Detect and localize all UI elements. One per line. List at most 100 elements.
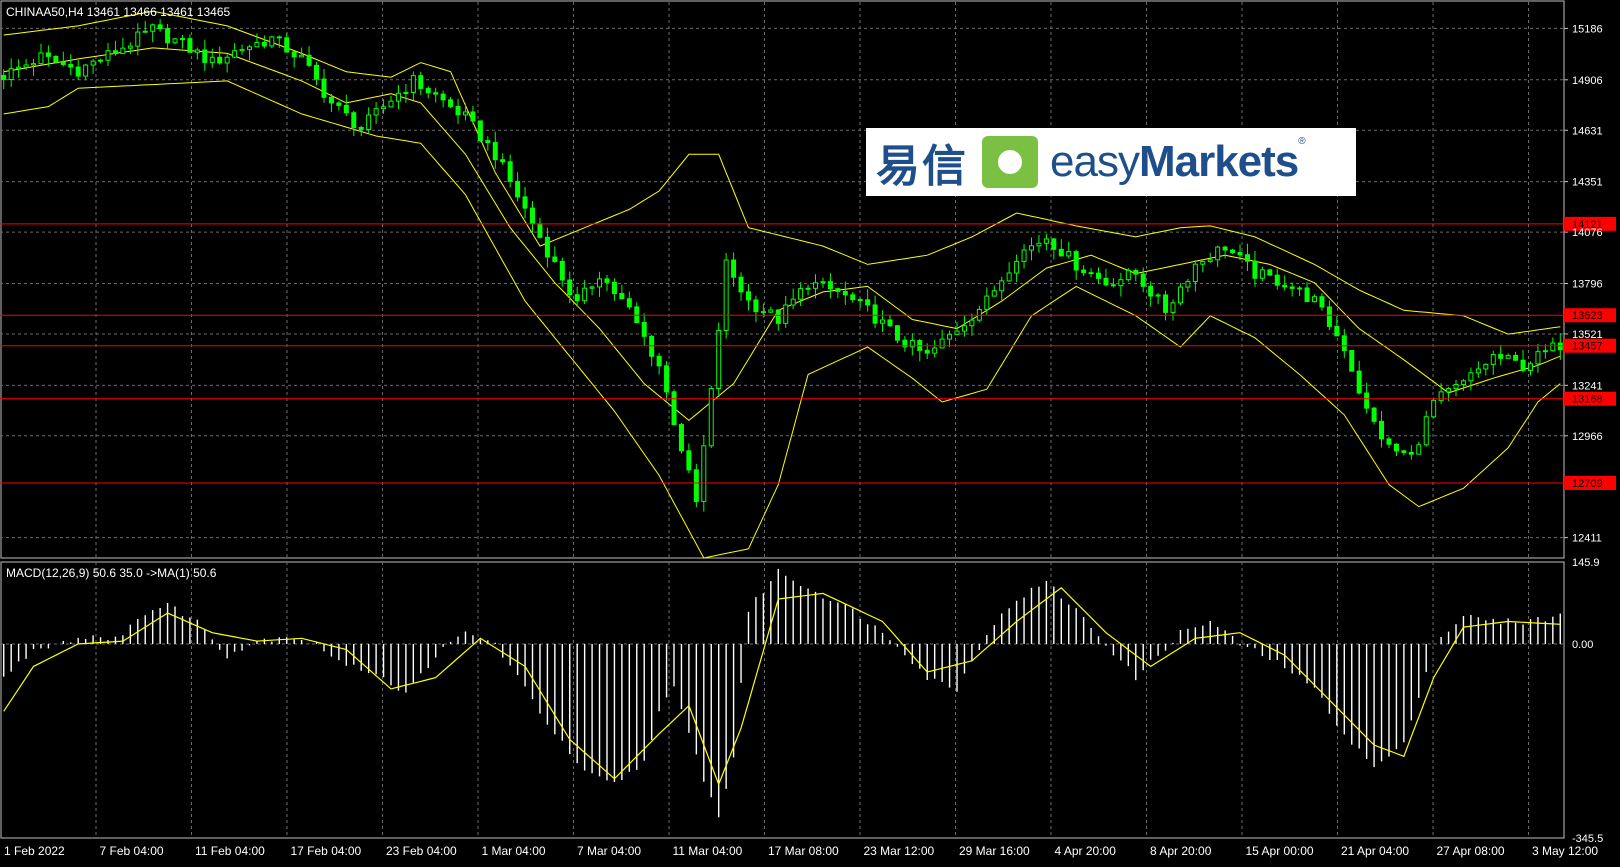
candle-body xyxy=(1036,242,1042,247)
candle-body xyxy=(1364,392,1370,409)
x-tick-label: 1 Feb 2022 xyxy=(4,844,65,858)
candle-body xyxy=(708,387,714,447)
candle-body xyxy=(1282,284,1288,288)
candle-body xyxy=(194,49,200,53)
level-label: 13168 xyxy=(1572,394,1603,406)
candle-body xyxy=(261,41,267,47)
x-tick-label: 27 Apr 08:00 xyxy=(1437,844,1505,858)
candle-body xyxy=(820,281,826,284)
candle-body xyxy=(16,66,22,70)
level-label: 13623 xyxy=(1572,310,1603,322)
candle-body xyxy=(1416,444,1422,455)
candle-body xyxy=(1289,286,1295,289)
candle-body xyxy=(1230,249,1236,253)
candle-body xyxy=(1408,451,1414,455)
candle-body xyxy=(395,92,401,102)
candle-body xyxy=(1386,438,1392,445)
candle-body xyxy=(984,295,990,310)
candle-body xyxy=(23,64,29,68)
candle-body xyxy=(1021,249,1027,262)
candle-body xyxy=(693,469,699,502)
logo-cn: 易信 xyxy=(876,141,968,192)
candle-body xyxy=(805,287,811,290)
candle-body xyxy=(1163,294,1169,313)
candle-body xyxy=(530,207,536,225)
candle-body xyxy=(678,424,684,452)
macd-tick-label: 145.9 xyxy=(1572,557,1600,569)
candle-body xyxy=(515,180,521,198)
candle-body xyxy=(872,304,878,324)
candle-body xyxy=(388,100,394,108)
candle-body xyxy=(120,47,126,55)
candle-body xyxy=(492,142,498,161)
macd-tick-label: 0.00 xyxy=(1572,639,1593,651)
candle-body xyxy=(1244,254,1250,262)
candle-body xyxy=(1177,286,1183,304)
candle-body xyxy=(306,54,312,66)
candle-body xyxy=(544,236,550,258)
candle-body xyxy=(731,259,737,278)
candle-body xyxy=(1446,388,1452,393)
candle-body xyxy=(366,114,372,130)
candle-body xyxy=(172,38,178,44)
candle-body xyxy=(179,38,185,41)
price-tick-label: 13796 xyxy=(1572,278,1603,290)
candle-body xyxy=(1341,335,1347,352)
candle-body xyxy=(1259,269,1265,279)
candle-body xyxy=(1237,251,1243,256)
candle-body xyxy=(209,56,215,63)
candle-body xyxy=(1014,260,1020,274)
candle-body xyxy=(1393,443,1399,452)
candle-body xyxy=(1356,370,1362,394)
candle-body xyxy=(440,93,446,101)
candle-body xyxy=(850,294,856,301)
candle-body xyxy=(1252,260,1258,279)
candle-body xyxy=(477,120,483,142)
candle-body xyxy=(1222,246,1228,251)
candle-body xyxy=(343,104,349,114)
candle-body xyxy=(991,290,997,297)
x-tick-label: 15 Apr 00:00 xyxy=(1246,844,1314,858)
logo-en: easyMarkets xyxy=(1050,137,1299,187)
candle-body xyxy=(753,299,759,313)
candle-body xyxy=(358,126,364,130)
x-tick-label: 8 Apr 20:00 xyxy=(1150,844,1212,858)
candle-body xyxy=(38,52,44,65)
candle-body xyxy=(202,49,208,63)
candle-body xyxy=(53,55,59,63)
candle-body xyxy=(1505,354,1511,359)
candle-body xyxy=(112,50,118,55)
candle-body xyxy=(410,75,416,93)
x-tick-label: 29 Mar 16:00 xyxy=(959,844,1030,858)
candle-body xyxy=(425,87,431,94)
price-tick-label: 12411 xyxy=(1572,533,1602,545)
candle-body xyxy=(656,355,662,367)
candle-body xyxy=(559,260,565,281)
macd-info: MACD(12,26,9) 50.6 35.0 ->MA(1) 50.6 xyxy=(6,566,217,580)
candle-body xyxy=(232,50,238,58)
x-tick-label: 21 Apr 04:00 xyxy=(1341,844,1409,858)
logo-en-bold: Markets xyxy=(1138,137,1299,186)
candle-body xyxy=(1274,274,1280,286)
candle-body xyxy=(537,223,543,238)
candle-body xyxy=(433,92,439,95)
candle-body xyxy=(1527,363,1533,371)
candle-body xyxy=(664,365,670,393)
price-tick-label: 13521 xyxy=(1572,329,1603,341)
chart-canvas[interactable]: 1412113623134571316812709 15186149061463… xyxy=(0,0,1620,862)
price-tick-label: 14631 xyxy=(1572,125,1603,137)
candle-body xyxy=(671,391,677,426)
candle-body xyxy=(455,105,461,116)
candle-body xyxy=(567,279,573,296)
candle-body xyxy=(611,281,617,294)
candle-body xyxy=(1110,284,1116,287)
price-tick-label: 14906 xyxy=(1572,75,1603,87)
candle-body xyxy=(768,309,774,313)
candle-body xyxy=(932,347,938,354)
logo-mark-icon xyxy=(982,136,1038,188)
candle-body xyxy=(1498,353,1504,359)
candle-body xyxy=(1215,246,1221,261)
candle-body xyxy=(969,319,975,327)
candle-body xyxy=(1200,260,1206,265)
candle-body xyxy=(1468,372,1474,382)
